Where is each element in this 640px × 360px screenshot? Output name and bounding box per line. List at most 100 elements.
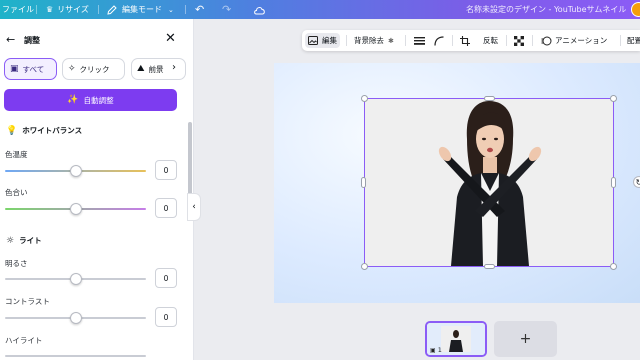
- divider: [185, 5, 186, 14]
- image-edit-icon: [308, 36, 318, 45]
- corner-rounding-icon: [434, 35, 444, 46]
- collapse-panel-button[interactable]: ‹: [187, 193, 201, 221]
- selection-box[interactable]: [364, 98, 614, 267]
- bg-remove-label: 背景除去: [354, 36, 384, 45]
- redo-button[interactable]: ↷: [222, 0, 231, 19]
- crop-button[interactable]: [460, 30, 470, 51]
- panel-title: 調整: [24, 36, 40, 45]
- panel-header: ← 調整 ✕: [0, 32, 193, 49]
- document-title[interactable]: 名称未設定のデザイン - YouTubeサムネイル: [466, 0, 626, 19]
- divider: [405, 35, 406, 46]
- resize-handle-bottom[interactable]: [484, 264, 495, 269]
- resize-button[interactable]: ♛ リサイズ: [46, 0, 89, 19]
- slider-thumb[interactable]: [69, 273, 82, 285]
- crop-icon: [460, 35, 470, 46]
- resize-handle-top-right[interactable]: [610, 95, 617, 102]
- tint-label: 色合い: [5, 188, 28, 197]
- add-page-label: +: [519, 331, 532, 347]
- temperature-slider[interactable]: [5, 165, 146, 177]
- chip-foreground[interactable]: ⛰ 前景: [131, 58, 186, 80]
- adjust-scope-chips: ▣ すべて ✧ クリック ⛰ 前景 ›: [4, 58, 188, 80]
- avatar[interactable]: [631, 2, 640, 17]
- chip-all[interactable]: ▣ すべて: [4, 58, 57, 80]
- pencil-icon: [107, 4, 117, 15]
- add-page-button[interactable]: +: [494, 321, 557, 357]
- chip-label: 前景: [148, 64, 164, 74]
- back-arrow-icon[interactable]: ←: [6, 33, 15, 47]
- flip-label: 反転: [483, 36, 498, 45]
- redo-icon: ↷: [222, 3, 232, 16]
- page-icon: ▣: [430, 347, 436, 354]
- brightness-slider[interactable]: [5, 273, 146, 285]
- resize-label: リサイズ: [57, 5, 89, 14]
- edit-image-button[interactable]: 編集: [305, 33, 340, 48]
- animation-label: アニメーション: [555, 36, 608, 45]
- animation-button[interactable]: アニメーション: [541, 30, 607, 51]
- magic-wand-icon: ✨: [67, 95, 79, 105]
- corner-radius-button[interactable]: [434, 30, 444, 51]
- chip-label: すべて: [22, 64, 45, 74]
- page-number: ▣ 1: [430, 346, 442, 354]
- edit-mode-dropdown[interactable]: 編集モード ⌄: [107, 0, 174, 19]
- image-icon: ▣: [10, 64, 19, 74]
- section-label: ライト: [19, 236, 42, 245]
- tint-slider[interactable]: [5, 203, 146, 215]
- bg-remove-button[interactable]: 背景除去 ✱: [354, 30, 394, 51]
- page-number-label: 1: [437, 346, 442, 354]
- resize-handle-bottom-right[interactable]: [610, 263, 617, 270]
- page-thumbnail[interactable]: ▣ 1: [425, 321, 487, 357]
- chevron-left-icon: ‹: [192, 202, 196, 212]
- slider-thumb[interactable]: [69, 312, 82, 324]
- divider: [620, 35, 621, 46]
- highlights-slider[interactable]: [5, 350, 146, 360]
- animation-icon: [541, 36, 552, 45]
- resize-handle-bottom-left[interactable]: [361, 263, 368, 270]
- highlights-label: ハイライト: [5, 336, 43, 345]
- temperature-value[interactable]: 0: [155, 160, 177, 180]
- chip-click[interactable]: ✧ クリック: [62, 58, 125, 80]
- cloud-save-button[interactable]: [253, 0, 266, 19]
- brightness-label: 明るさ: [5, 259, 28, 268]
- divider: [346, 35, 347, 46]
- crown-icon: ✱: [388, 36, 394, 45]
- divider: [506, 35, 507, 46]
- white-balance-heading: 💡 ホワイトバランス: [6, 125, 82, 136]
- contrast-slider[interactable]: [5, 312, 146, 324]
- sparkle-cursor-icon: ✧: [68, 64, 76, 74]
- auto-adjust-label: 自動調整: [83, 95, 114, 105]
- slider-thumb[interactable]: [69, 203, 82, 215]
- divider: [532, 35, 533, 46]
- brightness-value[interactable]: 0: [155, 268, 177, 288]
- edit-mode-label: 編集モード: [122, 5, 162, 14]
- resize-handle-top-left[interactable]: [361, 95, 368, 102]
- resize-handle-top[interactable]: [484, 96, 495, 101]
- transparency-checker-icon: [514, 35, 524, 46]
- contrast-label: コントラスト: [5, 297, 50, 306]
- adjust-panel: ← 調整 ✕ ▣ すべて ✧ クリック ⛰ 前景 › ✨ 自動調整 💡 ホワイト…: [0, 19, 194, 360]
- border-style-button[interactable]: [414, 30, 425, 51]
- divider: [452, 35, 453, 46]
- close-icon[interactable]: ✕: [165, 32, 176, 46]
- chevron-right-icon[interactable]: ›: [172, 62, 176, 73]
- tint-value[interactable]: 0: [155, 198, 177, 218]
- auto-adjust-button[interactable]: ✨ 自動調整: [4, 89, 177, 111]
- light-heading: ☼ ライト: [6, 235, 42, 246]
- temperature-label: 色温度: [5, 150, 28, 159]
- slider-track: [5, 355, 146, 357]
- position-button[interactable]: 配置: [627, 30, 640, 51]
- undo-button[interactable]: ↶: [195, 0, 204, 19]
- flip-button[interactable]: 反転: [483, 30, 498, 51]
- panel-scrollbar[interactable]: [188, 122, 192, 204]
- sun-icon: ☼: [6, 235, 15, 246]
- crown-icon: ♛: [46, 5, 54, 14]
- edit-label: 編集: [322, 36, 337, 45]
- contrast-value[interactable]: 0: [155, 307, 177, 327]
- undo-icon: ↶: [195, 3, 205, 16]
- transparency-button[interactable]: [514, 30, 524, 51]
- resize-handle-left[interactable]: [361, 177, 366, 188]
- divider: [98, 5, 99, 14]
- file-menu[interactable]: ファイル: [2, 0, 34, 19]
- rotate-icon[interactable]: ↻: [633, 176, 640, 188]
- slider-thumb[interactable]: [69, 165, 82, 177]
- resize-handle-right[interactable]: [611, 177, 616, 188]
